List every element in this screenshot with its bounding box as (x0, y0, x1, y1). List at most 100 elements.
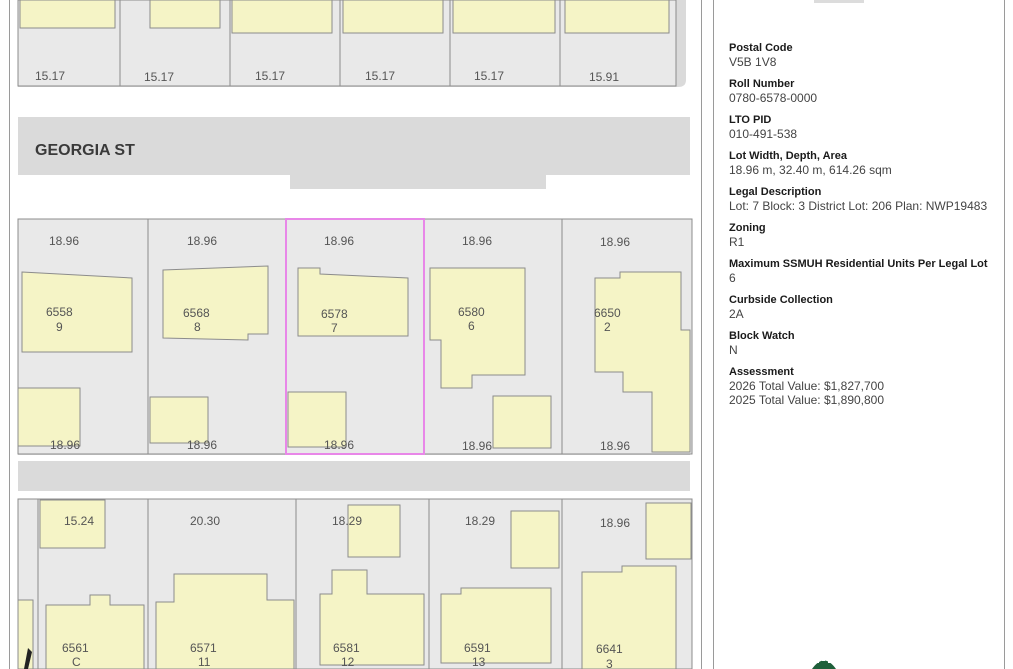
lot-width-label: 15.17 (365, 69, 395, 83)
lot-width-label: 18.96 (600, 439, 630, 453)
lot-width-label: 15.17 (255, 69, 285, 83)
assessment-field: Assessment 2026 Total Value: $1,827,700 … (729, 365, 988, 407)
lot-dimensions-field: Lot Width, Depth, Area 18.96 m, 32.40 m,… (729, 149, 988, 177)
lot-width-label: 15.17 (35, 69, 65, 83)
lot-width-label: 15.17 (474, 69, 504, 83)
block-watch-field: Block Watch N (729, 329, 988, 357)
sidewalk (18, 189, 690, 219)
field-value: Lot: 7 Block: 3 District Lot: 206 Plan: … (729, 199, 988, 213)
street-name-label: GEORGIA ST (35, 142, 135, 159)
field-value: 010-491-538 (729, 127, 798, 141)
lto-pid-field: LTO PID 010-491-538 (729, 113, 988, 141)
field-label: Maximum SSMUH Residential Units Per Lega… (729, 258, 988, 270)
parcel-map-canvas: 15.17 15.17 15.17 15.17 15.17 15.91 GEOR… (17, 0, 693, 669)
lot-width-label: 18.96 (187, 438, 217, 452)
lot-width-label: 15.17 (144, 70, 174, 84)
curbside-collection-field: Curbside Collection 2A (729, 293, 988, 321)
building (231, 0, 333, 34)
lot-width-label: 15.91 (589, 70, 619, 84)
building (45, 594, 145, 669)
field-label: Postal Code (729, 42, 793, 54)
sidewalk (18, 175, 290, 189)
house-number: 6650 (594, 306, 621, 320)
house-number: 6581 (333, 641, 360, 655)
lot-width-label: 18.96 (324, 234, 354, 248)
roll-number-field: Roll Number 0780-6578-0000 (729, 77, 988, 105)
field-label: Curbside Collection (729, 294, 833, 306)
building (440, 587, 552, 664)
building (510, 510, 560, 569)
lot-number: 7 (331, 321, 338, 335)
house-number: 6558 (46, 305, 73, 319)
lot-width-label: 18.96 (462, 234, 492, 248)
building (342, 0, 444, 34)
lot-width-label: 18.96 (600, 516, 630, 530)
bottom-lot-row: 15.24 20.30 18.29 18.29 18.96 6561 C 657… (17, 498, 693, 669)
sidewalk (18, 455, 690, 461)
building (452, 0, 556, 34)
house-number: 6591 (464, 641, 491, 655)
field-label: Roll Number (729, 78, 795, 90)
field-label: Lot Width, Depth, Area (729, 150, 848, 162)
lot-width-label: 18.96 (462, 439, 492, 453)
parcel-map[interactable]: 15.17 15.17 15.17 15.17 15.17 15.91 GEOR… (9, 0, 702, 669)
lot-number: 13 (472, 655, 486, 669)
field-label: LTO PID (729, 114, 772, 126)
lot-width-label: 18.96 (187, 234, 217, 248)
house-number: 6571 (190, 641, 217, 655)
building (149, 396, 209, 444)
field-label: Zoning (729, 222, 766, 234)
field-value: 0780-6578-0000 (729, 91, 818, 105)
building (149, 0, 221, 29)
field-value: 6 (729, 271, 736, 285)
property-info-panel: Postal Code V5B 1V8 Roll Number 0780-657… (713, 0, 1005, 669)
assessment-2026: 2026 Total Value: $1,827,700 (729, 379, 885, 393)
postal-code-field: Postal Code V5B 1V8 (729, 41, 988, 69)
lot-number: 8 (194, 320, 201, 334)
lot-number: 6 (468, 319, 475, 333)
house-number: 6580 (458, 305, 485, 319)
panel-header-fragment (814, 0, 864, 3)
zoning-field: Zoning R1 (729, 221, 988, 249)
lot-number: 9 (56, 320, 63, 334)
lot-width-label: 18.29 (332, 514, 362, 528)
lot-number: 2 (604, 320, 611, 334)
lot-width-label: 18.96 (324, 438, 354, 452)
field-label: Block Watch (729, 330, 795, 342)
field-value: R1 (729, 235, 745, 249)
building (17, 599, 34, 669)
house-number: 6641 (596, 642, 623, 656)
building (429, 267, 526, 389)
lot-number: 3 (606, 657, 613, 669)
field-value: 18.96 m, 32.40 m, 614.26 sqm (729, 163, 892, 177)
building (492, 395, 552, 449)
lot-number: C (72, 655, 81, 669)
assessment-2025: 2025 Total Value: $1,890,800 (729, 393, 885, 407)
legal-description-field: Legal Description Lot: 7 Block: 3 Distri… (729, 185, 988, 213)
building (564, 0, 670, 34)
field-label: Legal Description (729, 186, 822, 198)
building (162, 265, 269, 341)
house-number: 6561 (62, 641, 89, 655)
house-number: 6568 (183, 306, 210, 320)
middle-lot-row: 18.96 18.96 18.96 18.96 18.96 18.96 18.9… (17, 218, 693, 455)
sidewalk (546, 175, 691, 189)
building (21, 271, 133, 353)
lot-width-label: 18.96 (49, 234, 79, 248)
top-lot-row: 15.17 15.17 15.17 15.17 15.17 15.91 (17, 0, 677, 87)
field-value: V5B 1V8 (729, 55, 777, 69)
lot-number: 11 (198, 655, 211, 669)
sidewalk (18, 491, 690, 499)
building (19, 0, 116, 29)
building (297, 267, 409, 337)
lot-width-label: 18.29 (465, 514, 495, 528)
lot-width-label: 18.96 (50, 438, 80, 452)
lot-number: 12 (341, 655, 355, 669)
field-label: Assessment (729, 366, 794, 378)
lot-width-label: 15.24 (64, 514, 94, 528)
ssmuh-units-field: Maximum SSMUH Residential Units Per Lega… (729, 257, 988, 285)
field-value: N (729, 343, 738, 357)
field-value: 2A (729, 307, 744, 321)
city-logo-icon (812, 658, 836, 669)
building (347, 504, 401, 558)
